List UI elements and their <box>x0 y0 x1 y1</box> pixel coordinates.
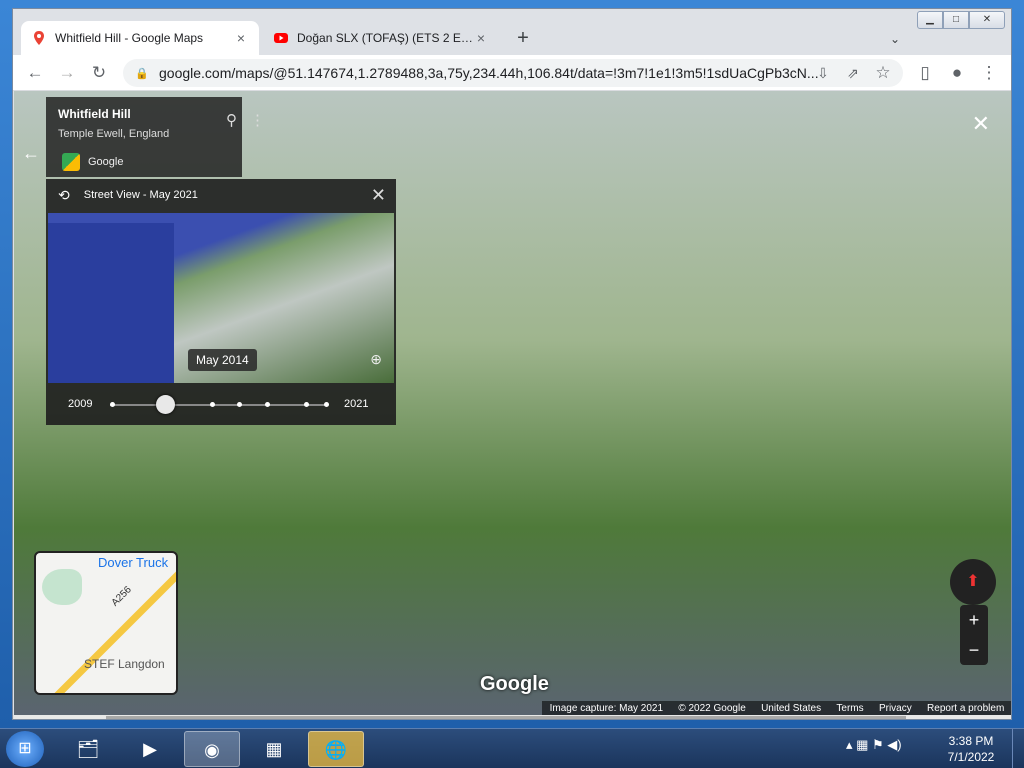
system-tray-icons[interactable]: ▴ ▦ ⚑ ◀) <box>846 737 902 753</box>
preview-date: May 2014 <box>188 349 257 371</box>
terms-link[interactable]: Terms <box>836 703 863 714</box>
tab-close-icon[interactable]: × <box>233 30 249 46</box>
chrome-taskbar-icon[interactable]: ◉ <box>184 731 240 767</box>
tab-title: Whitfield Hill - Google Maps <box>55 31 204 45</box>
horizontal-scrollbar[interactable] <box>14 715 1011 719</box>
location-pin-icon[interactable]: ⚲ <box>226 111 237 129</box>
preview-truck <box>48 223 174 383</box>
explorer-taskbar-icon[interactable]: 🗂 <box>60 731 116 767</box>
map-footer: Image capture: May 2021 © 2022 Google Un… <box>542 701 1011 715</box>
more-options-icon[interactable]: ⋮ <box>250 111 265 129</box>
lock-icon: 🔒 <box>135 67 149 80</box>
scrollbar-thumb[interactable] <box>106 716 906 719</box>
control-panel-taskbar-icon[interactable]: ▦ <box>246 731 302 767</box>
tab-close-icon[interactable]: × <box>473 30 489 46</box>
minimap-poi-label[interactable]: Dover Truck <box>98 555 168 570</box>
timeline-slider[interactable]: 2009 2021 <box>46 385 396 425</box>
show-desktop-button[interactable] <box>1012 729 1024 768</box>
timeline-stop[interactable] <box>265 402 270 407</box>
zoom-out-button[interactable]: − <box>960 635 988 665</box>
year-start: 2009 <box>68 398 93 410</box>
minimap-road-label: A256 <box>109 584 134 609</box>
clock[interactable]: 3:38 PM 7/1/2022 <box>936 733 1006 765</box>
timeline-stop[interactable] <box>304 402 309 407</box>
timeline-stop[interactable] <box>237 402 242 407</box>
side-panel-icon[interactable]: ▯ <box>913 61 937 85</box>
minimap-park-area <box>42 569 82 605</box>
source-label: Google <box>88 156 124 168</box>
timeline-thumb[interactable] <box>155 395 175 414</box>
image-capture-date: Image capture: May 2021 <box>549 702 664 714</box>
imagery-source: Google <box>62 153 123 171</box>
minimap-poi-label[interactable]: STEF Langdon <box>84 657 165 671</box>
close-street-view-icon[interactable]: ✕ <box>972 111 990 137</box>
copyright: © 2022 Google <box>678 702 746 714</box>
zoom-preview-icon[interactable]: ⊕ <box>370 351 382 368</box>
forward-icon[interactable]: → <box>55 61 79 85</box>
street-view-canvas[interactable]: ← Whitfield Hill Temple Ewell, England G… <box>14 91 1011 715</box>
google-maps-favicon-icon <box>34 31 44 45</box>
tab-search-chevron-icon[interactable]: ⌄ <box>883 27 907 51</box>
bookmark-star-icon[interactable]: ☆ <box>871 61 895 85</box>
tab-strip: Whitfield Hill - Google Maps × Doğan SLX… <box>13 9 1011 55</box>
tab-youtube[interactable]: Doğan SLX (TOFAŞ) (ETS 2 EDİT) × <box>263 21 499 55</box>
url-text[interactable]: google.com/maps/@51.147674,1.2789488,3a,… <box>159 65 903 81</box>
share-icon[interactable]: ⇗ <box>841 61 865 85</box>
youtube-favicon-icon <box>274 33 288 43</box>
timeline-track[interactable] <box>110 395 329 414</box>
media-player-taskbar-icon[interactable]: ▶ <box>122 731 178 767</box>
time-travel-panel: ⟲ Street View - May 2021 ✕ May 2014 ⊕ 20… <box>46 179 396 425</box>
windows-taskbar: ⊞ 🗂 ▶ ◉ ▦ 🌐 ▴ ▦ ⚑ ◀) 3:38 PM 7/1/2022 <box>0 728 1024 768</box>
zoom-controls: + − <box>960 605 988 665</box>
clock-date: 7/1/2022 <box>947 750 995 764</box>
place-name: Whitfield Hill <box>58 107 131 121</box>
region-link[interactable]: United States <box>761 703 821 714</box>
back-arrow-icon[interactable]: ← <box>20 143 42 164</box>
timeline-stop[interactable] <box>324 402 329 407</box>
start-button[interactable]: ⊞ <box>6 731 44 767</box>
report-problem-link[interactable]: Report a problem <box>927 703 1004 714</box>
timeline-title: Street View - May 2021 <box>83 189 198 201</box>
tab-google-maps[interactable]: Whitfield Hill - Google Maps × <box>21 21 259 55</box>
place-location: Temple Ewell, England <box>58 128 170 140</box>
new-tab-button[interactable]: + <box>511 27 535 51</box>
timeline-stop[interactable] <box>110 402 115 407</box>
maximize-button[interactable]: □ <box>943 11 969 29</box>
browser-toolbar: ← → ↻ 🔒 google.com/maps/@51.147674,1.278… <box>13 55 1011 91</box>
close-timeline-icon[interactable]: ✕ <box>371 185 386 206</box>
profile-avatar-icon[interactable]: ● <box>945 61 969 85</box>
privacy-link[interactable]: Privacy <box>879 703 912 714</box>
history-icon[interactable]: ⟲ <box>58 187 70 204</box>
minimap[interactable]: Dover Truck A256 STEF Langdon <box>34 551 178 695</box>
year-end: 2021 <box>344 398 369 410</box>
minimize-button[interactable]: ▁ <box>917 11 943 29</box>
timeline-stop[interactable] <box>210 402 215 407</box>
tab-title: Doğan SLX (TOFAŞ) (ETS 2 EDİT) <box>297 31 473 45</box>
reload-icon[interactable]: ↻ <box>87 61 111 85</box>
install-icon[interactable]: ⇩ <box>811 61 835 85</box>
compass-icon[interactable]: ⬆ <box>950 559 996 605</box>
browser-window: Whitfield Hill - Google Maps × Doğan SLX… <box>12 8 1012 720</box>
google-watermark: Google <box>480 673 549 695</box>
network-taskbar-icon[interactable]: 🌐 <box>308 731 364 767</box>
back-icon[interactable]: ← <box>23 61 47 85</box>
zoom-in-button[interactable]: + <box>960 605 988 635</box>
timeline-preview-image[interactable]: May 2014 ⊕ <box>48 213 394 383</box>
close-window-button[interactable]: ✕ <box>969 11 1005 29</box>
clock-time: 3:38 PM <box>948 734 994 748</box>
place-card: Whitfield Hill Temple Ewell, England Goo… <box>46 97 265 177</box>
timeline-header: ⟲ Street View - May 2021 <box>46 179 396 211</box>
chrome-menu-icon[interactable]: ⋮ <box>977 61 1001 85</box>
google-maps-icon <box>62 153 80 171</box>
address-bar[interactable]: 🔒 google.com/maps/@51.147674,1.2789488,3… <box>123 59 903 87</box>
